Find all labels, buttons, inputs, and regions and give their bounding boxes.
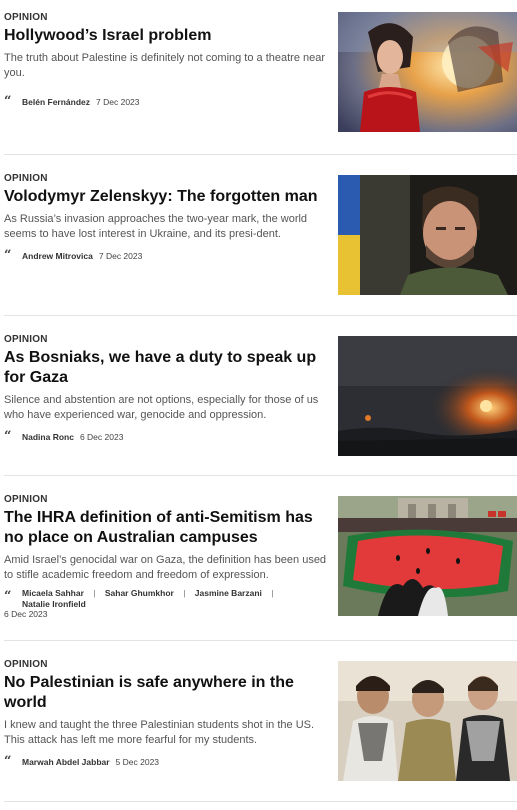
article-date: 7 Dec 2023 [98, 251, 143, 261]
divider [4, 315, 517, 316]
article-author[interactable]: Natalie Ironfield [22, 599, 86, 609]
article-summary: As Russia’s invasion approaches the two-… [4, 213, 308, 240]
article-author[interactable]: Sahar Ghumkhor [105, 588, 174, 598]
article-summary: Silence and abstention are not options, … [4, 394, 319, 421]
article-text: OPINION Hollywood’s Israel problem The t… [4, 12, 330, 108]
article-byline: “ Andrew Mitrovica 7 Dec 2023 [4, 248, 330, 263]
divider [4, 475, 517, 476]
article-thumbnail[interactable] [338, 336, 517, 456]
article-summary: The truth about Palestine is definitely … [4, 52, 326, 79]
article-text: OPINION No Palestinian is safe anywhere … [4, 659, 330, 768]
quote-icon: “ [4, 248, 12, 263]
article-thumbnail[interactable] [338, 496, 517, 616]
article-author[interactable]: Belén Fernández [22, 96, 90, 108]
zelenskyy-portrait-photo [338, 175, 517, 295]
article-thumbnail[interactable] [338, 12, 517, 132]
article-kicker: OPINION [4, 494, 48, 505]
article-card[interactable]: OPINION As Bosniaks, we have a duty to s… [4, 334, 517, 464]
article-summary: I knew and taught the three Palestinian … [4, 719, 315, 746]
article-author[interactable]: Nadina Ronc [22, 431, 74, 443]
article-date: 6 Dec 2023 [4, 609, 48, 619]
article-headline[interactable]: No Palestinian is safe anywhere in the w… [4, 673, 330, 713]
author-separator: | [183, 588, 186, 598]
article-headline[interactable]: Volodymyr Zelenskyy: The forgotten man [4, 187, 330, 207]
article-author[interactable]: Andrew Mitrovica [22, 250, 93, 262]
hollywood-premiere-photo [338, 12, 517, 132]
article-kicker: OPINION [4, 334, 48, 345]
article-author[interactable]: Marwah Abdel Jabbar [22, 756, 110, 768]
article-headline[interactable]: As Bosniaks, we have a duty to speak up … [4, 348, 330, 388]
article-card[interactable]: OPINION The IHRA definition of anti-Semi… [4, 494, 517, 629]
article-kicker: OPINION [4, 173, 48, 184]
opinion-article-feed: OPINION Hollywood’s Israel problem The t… [0, 0, 517, 810]
campus-watermelon-banner-photo [338, 496, 517, 616]
article-byline: “ Belén Fernández 7 Dec 2023 [4, 94, 330, 109]
article-summary: Amid Israel’s genocidal war on Gaza, the… [4, 554, 327, 581]
divider [4, 640, 517, 641]
article-text: OPINION Volodymyr Zelenskyy: The forgott… [4, 173, 330, 262]
article-headline[interactable]: Hollywood’s Israel problem [4, 26, 330, 46]
article-card[interactable]: OPINION Volodymyr Zelenskyy: The forgott… [4, 173, 517, 303]
article-author[interactable]: Micaela Sahhar [22, 588, 84, 598]
article-date: 6 Dec 2023 [79, 432, 124, 442]
article-byline: “ Nadina Ronc 6 Dec 2023 [4, 429, 330, 444]
divider [4, 154, 517, 155]
article-card[interactable]: OPINION Hollywood’s Israel problem The t… [4, 12, 517, 142]
article-author[interactable]: Jasmine Barzani [195, 588, 262, 598]
divider [4, 801, 517, 802]
article-date: 7 Dec 2023 [96, 97, 140, 107]
article-thumbnail[interactable] [338, 175, 517, 295]
article-card[interactable]: OPINION No Palestinian is safe anywhere … [4, 659, 517, 789]
author-separator: | [271, 588, 274, 598]
quote-icon: “ [4, 754, 12, 769]
article-headline[interactable]: The IHRA definition of anti-Semitism has… [4, 508, 330, 548]
article-kicker: OPINION [4, 659, 48, 670]
article-text: OPINION As Bosniaks, we have a duty to s… [4, 334, 330, 443]
quote-icon: “ [4, 589, 12, 604]
article-kicker: OPINION [4, 12, 48, 23]
gaza-night-explosion-photo [338, 336, 517, 456]
article-date: 5 Dec 2023 [115, 757, 160, 767]
quote-icon: “ [4, 429, 12, 444]
three-students-photo [338, 661, 517, 781]
article-byline: “ Marwah Abdel Jabbar 5 Dec 2023 [4, 754, 330, 769]
author-separator: | [93, 588, 96, 598]
article-text: OPINION The IHRA definition of anti-Semi… [4, 494, 330, 620]
article-authors: Micaela Sahhar | Sahar Ghumkhor | Jasmin… [22, 588, 280, 609]
article-thumbnail[interactable] [338, 661, 517, 781]
quote-icon: “ [4, 94, 12, 109]
article-byline: “ Micaela Sahhar | Sahar Ghumkhor | Jasm… [4, 588, 330, 620]
